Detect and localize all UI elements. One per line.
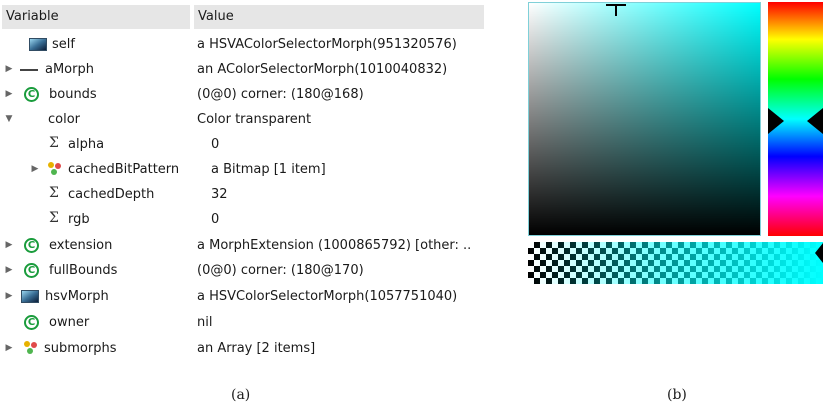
expand-triangle-icon[interactable]: ▶ bbox=[3, 233, 15, 258]
variable-value: (0@0) corner: (180@168) bbox=[197, 87, 364, 102]
variable-name: rgb bbox=[68, 212, 90, 227]
variable-name: cachedDepth bbox=[68, 187, 155, 202]
variable-name: alpha bbox=[68, 137, 105, 152]
variable-value: nil bbox=[197, 315, 213, 330]
variable-name: owner bbox=[49, 315, 90, 330]
collapse-triangle-icon[interactable]: ▼ bbox=[3, 107, 15, 132]
tree-row-cacheddepth[interactable]: Σ cachedDepth 32 bbox=[0, 182, 486, 207]
variable-name: aMorph bbox=[45, 62, 94, 77]
expand-triangle-icon[interactable]: ▶ bbox=[3, 258, 15, 283]
tree-row-extension[interactable]: ▶ C extension a MorphExtension (10008657… bbox=[0, 233, 486, 258]
picker-cursor-stem bbox=[615, 4, 617, 16]
variable-value: Color transparent bbox=[197, 112, 312, 127]
saturation-value-picker[interactable] bbox=[528, 2, 761, 236]
tree-row-bounds[interactable]: ▶ C bounds (0@0) corner: (180@168) bbox=[0, 82, 486, 107]
alpha-slider-arrow-icon[interactable] bbox=[815, 243, 823, 263]
tree-row-submorphs[interactable]: ▶ submorphs an Array [2 items] bbox=[0, 336, 486, 361]
tree-row-amorph[interactable]: ▶ aMorph an AColorSelectorMorph(10100408… bbox=[0, 57, 486, 82]
variable-value: a MorphExtension (1000865792) [other: .. bbox=[197, 238, 472, 253]
sigma-icon: Σ bbox=[49, 135, 59, 151]
variable-name: color bbox=[48, 112, 81, 127]
alpha-slider[interactable] bbox=[528, 242, 823, 284]
caption-a: (a) bbox=[231, 387, 251, 403]
variable-value: an Array [2 items] bbox=[197, 341, 316, 356]
line-morph-icon bbox=[20, 69, 38, 71]
tree-row-cachedbitpattern[interactable]: ▶ cachedBitPattern a Bitmap [1 item] bbox=[0, 157, 486, 182]
class-icon: C bbox=[24, 263, 39, 278]
hue-slider-arrow-left-icon[interactable] bbox=[768, 108, 784, 134]
variable-name: hsvMorph bbox=[45, 289, 109, 304]
variable-name: fullBounds bbox=[49, 263, 118, 278]
tree-row-color[interactable]: ▼ color Color transparent bbox=[0, 107, 486, 132]
variable-name: self bbox=[52, 37, 75, 52]
variable-name: submorphs bbox=[44, 341, 117, 356]
expand-triangle-icon[interactable]: ▶ bbox=[3, 57, 15, 82]
sigma-icon: Σ bbox=[49, 210, 59, 226]
tree-row-alpha[interactable]: Σ alpha 0 bbox=[0, 132, 486, 157]
tree-row-self[interactable]: self a HSVAColorSelectorMorph(951320576) bbox=[0, 32, 486, 57]
expand-triangle-icon[interactable]: ▶ bbox=[3, 336, 15, 361]
variable-value: 32 bbox=[211, 187, 228, 202]
variable-value: a Bitmap [1 item] bbox=[211, 162, 326, 177]
collection-icon bbox=[24, 341, 38, 355]
sigma-icon: Σ bbox=[49, 185, 59, 201]
tree-row-fullbounds[interactable]: ▶ C fullBounds (0@0) corner: (180@170) bbox=[0, 258, 486, 283]
variable-value: a HSVColorSelectorMorph(1057751040) bbox=[197, 289, 458, 304]
hue-slider-arrow-right-icon[interactable] bbox=[807, 108, 823, 134]
variable-name: bounds bbox=[49, 87, 97, 102]
variable-value: a HSVAColorSelectorMorph(951320576) bbox=[197, 37, 457, 52]
tree-row-hsvmorph[interactable]: ▶ hsvMorph a HSVColorSelectorMorph(10577… bbox=[0, 284, 486, 309]
variable-value: an AColorSelectorMorph(1010040832) bbox=[197, 62, 448, 77]
morph-icon bbox=[29, 38, 47, 51]
class-icon: C bbox=[24, 87, 39, 102]
column-header-variable[interactable]: Variable bbox=[2, 5, 190, 29]
class-icon: C bbox=[24, 315, 39, 330]
expand-triangle-icon[interactable]: ▶ bbox=[3, 82, 15, 107]
expand-triangle-icon[interactable]: ▶ bbox=[3, 284, 15, 309]
variable-value: 0 bbox=[211, 212, 220, 227]
expand-triangle-icon[interactable]: ▶ bbox=[29, 157, 41, 182]
caption-b: (b) bbox=[667, 387, 687, 403]
variable-value: 0 bbox=[211, 137, 220, 152]
class-icon: C bbox=[24, 238, 39, 253]
variable-name: cachedBitPattern bbox=[68, 162, 180, 177]
variable-name: extension bbox=[49, 238, 113, 253]
collection-icon bbox=[48, 162, 62, 176]
column-header-value[interactable]: Value bbox=[194, 5, 484, 29]
morph-icon bbox=[21, 290, 39, 303]
tree-row-owner[interactable]: C owner nil bbox=[0, 310, 486, 335]
variable-value: (0@0) corner: (180@170) bbox=[197, 263, 364, 278]
tree-row-rgb[interactable]: Σ rgb 0 bbox=[0, 207, 486, 232]
